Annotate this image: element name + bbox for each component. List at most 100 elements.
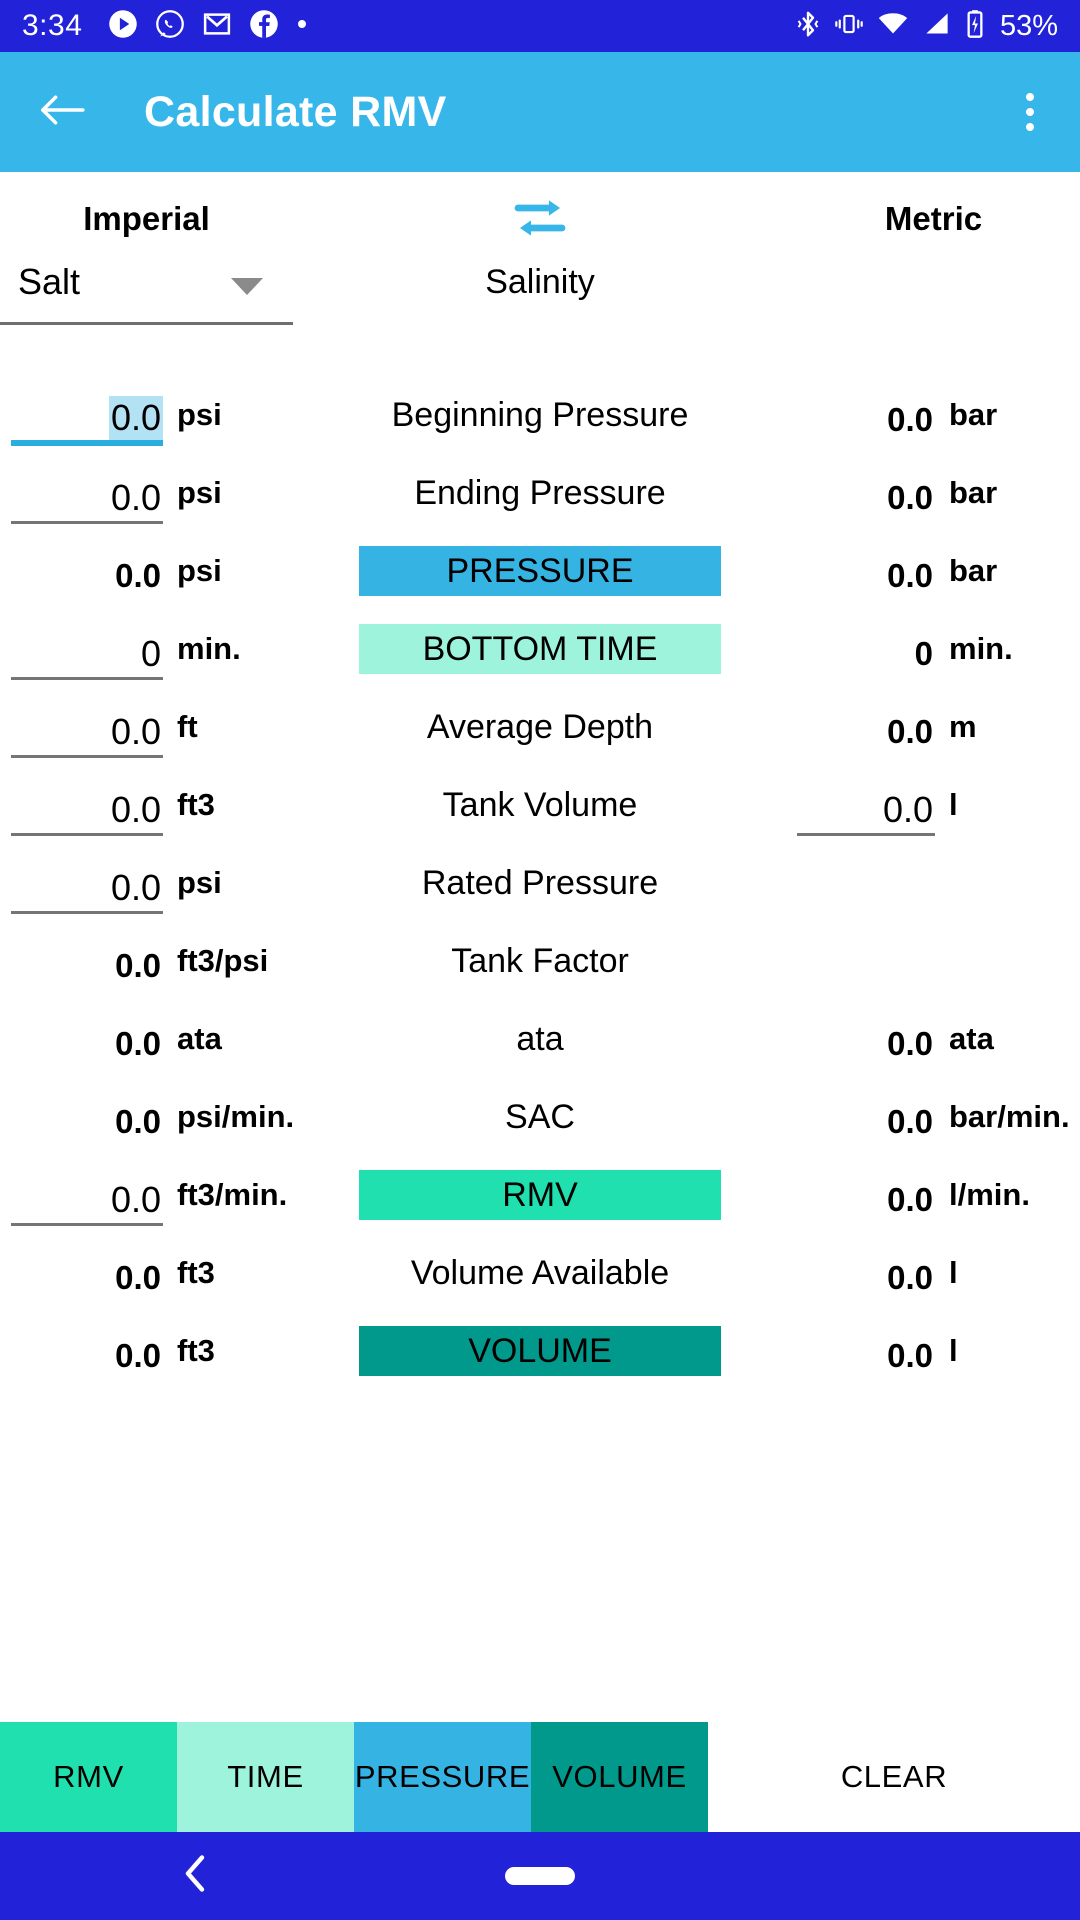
row-label-volume-available: Volume Available xyxy=(410,1253,670,1292)
unit-system-header: Imperial Metric xyxy=(0,172,1080,256)
imperial-unit-label: psi xyxy=(177,475,222,510)
swap-units-button[interactable] xyxy=(293,196,787,242)
button-pressure[interactable]: PRESSURE xyxy=(354,1722,531,1832)
metric-cell-sac: 0.0 bar/min. xyxy=(787,1086,1080,1148)
calculate-band-rmv[interactable]: RMV xyxy=(359,1170,721,1220)
metric-value-text: 0.0 xyxy=(887,1259,933,1296)
button-time[interactable]: TIME xyxy=(177,1722,354,1832)
calculate-band-bottom-time[interactable]: BOTTOM TIME xyxy=(359,624,721,674)
metric-value-ata: 0.0 xyxy=(787,1008,935,1070)
more-vertical-icon-dot xyxy=(1026,108,1034,116)
button-volume[interactable]: VOLUME xyxy=(531,1722,708,1832)
button-rmv[interactable]: RMV xyxy=(0,1722,177,1832)
metric-value-rated-pressure xyxy=(787,852,935,914)
imperial-unit-label: psi xyxy=(177,553,222,588)
label-cell-average-depth: Average Depth xyxy=(293,708,787,747)
imperial-cell-beginning-pressure: 0.0 psi xyxy=(0,384,293,446)
back-button[interactable] xyxy=(30,84,94,141)
imperial-input-rated-pressure[interactable]: 0.0 xyxy=(3,852,163,914)
row-label-tank-factor: Tank Factor xyxy=(451,941,629,980)
row-label-ending-pressure: Ending Pressure xyxy=(414,473,666,512)
metric-cell-volume: 0.0 l xyxy=(787,1320,1080,1382)
imperial-field-underline xyxy=(11,440,163,446)
metric-cell-rated-pressure xyxy=(787,852,1080,914)
imperial-field-underline xyxy=(11,677,163,680)
label-cell-tank-volume: Tank Volume xyxy=(293,786,787,825)
metric-cell-tank-volume: 0.0 l xyxy=(787,774,1080,836)
imperial-value-sac: 0.0 xyxy=(3,1086,163,1148)
nav-back-button[interactable] xyxy=(182,1854,208,1899)
metric-unit-label: min. xyxy=(949,631,1013,666)
imperial-value-text: 0.0 xyxy=(115,1337,161,1374)
button-clear[interactable]: CLEAR xyxy=(708,1722,1080,1832)
imperial-unit-label: min. xyxy=(177,631,241,666)
imperial-cell-bottom-time: 0 min. xyxy=(0,618,293,680)
calculator-row: 0.0 ft Average Depth 0.0 m xyxy=(0,688,1080,766)
imperial-input-ending-pressure[interactable]: 0.0 xyxy=(3,462,163,524)
salinity-dropdown[interactable]: Salt xyxy=(0,256,293,325)
metric-unit-label: bar xyxy=(949,553,998,588)
calculate-band-volume[interactable]: VOLUME xyxy=(359,1326,721,1376)
metric-input-tank-volume[interactable]: 0.0 xyxy=(787,774,935,836)
imperial-value-text: 0 xyxy=(140,633,161,674)
imperial-input-average-depth[interactable]: 0.0 xyxy=(3,696,163,758)
label-cell-bottom-time: BOTTOM TIME xyxy=(293,624,787,674)
arrow-left-icon xyxy=(41,94,85,125)
home-pill-icon[interactable] xyxy=(505,1867,575,1885)
imperial-value-text: 0.0 xyxy=(110,711,161,752)
calculator-row: 0.0 psi Ending Pressure 0.0 bar xyxy=(0,454,1080,532)
row-label-sac: SAC xyxy=(505,1097,575,1136)
system-navigation-bar xyxy=(0,1832,1080,1920)
imperial-unit-label: ft3/psi xyxy=(177,943,269,978)
imperial-field-underline xyxy=(11,833,163,836)
imperial-input-bottom-time[interactable]: 0 xyxy=(3,618,163,680)
imperial-input-rmv[interactable]: 0.0 xyxy=(3,1164,163,1226)
app-bar: Calculate RMV xyxy=(0,52,1080,172)
imperial-unit-label: ft3/min. xyxy=(177,1177,288,1212)
imperial-value-text: 0.0 xyxy=(110,477,161,518)
imperial-value-text: 0.0 xyxy=(115,1259,161,1296)
imperial-field-underline xyxy=(11,911,163,914)
metric-cell-volume-available: 0.0 l xyxy=(787,1242,1080,1304)
metric-value-text: 0.0 xyxy=(887,1337,933,1374)
metric-cell-bottom-time: 0 min. xyxy=(787,618,1080,680)
imperial-unit-label: ata xyxy=(177,1021,222,1056)
metric-value-text: 0.0 xyxy=(887,479,933,516)
label-cell-rated-pressure: Rated Pressure xyxy=(293,864,787,903)
imperial-value-pressure: 0.0 xyxy=(3,540,163,602)
metric-value-text: 0.0 xyxy=(887,557,933,594)
gmail-icon xyxy=(202,9,232,44)
label-cell-ata: ata xyxy=(293,1020,787,1059)
calculate-band-pressure[interactable]: PRESSURE xyxy=(359,546,721,596)
more-vertical-icon-dot xyxy=(1026,123,1034,131)
imperial-cell-sac: 0.0 psi/min. xyxy=(0,1086,294,1148)
label-cell-pressure: PRESSURE xyxy=(293,546,787,596)
action-button-bar: RMV TIME PRESSURE VOLUME CLEAR xyxy=(0,1722,1080,1832)
calculator-row: 0.0 ft3 Volume Available 0.0 l xyxy=(0,1234,1080,1312)
overflow-menu-button[interactable] xyxy=(1010,83,1050,141)
metric-field-underline xyxy=(797,833,935,836)
imperial-value-volume-available: 0.0 xyxy=(3,1242,163,1304)
imperial-field-underline xyxy=(11,521,163,524)
calculator-row: 0.0 psi Rated Pressure xyxy=(0,844,1080,922)
imperial-cell-pressure: 0.0 psi xyxy=(0,540,293,602)
imperial-cell-ata: 0.0 ata xyxy=(0,1008,293,1070)
metric-unit-label: l/min. xyxy=(949,1177,1030,1212)
metric-value-beginning-pressure: 0.0 xyxy=(787,384,935,446)
imperial-cell-tank-volume: 0.0 ft3 xyxy=(0,774,293,836)
dot-icon xyxy=(296,17,308,35)
imperial-input-beginning-pressure[interactable]: 0.0 xyxy=(3,384,163,446)
vibrate-icon xyxy=(834,9,864,44)
status-bar: 3:34 53% xyxy=(0,0,1080,52)
whatsapp-icon xyxy=(155,9,185,44)
row-label-tank-volume: Tank Volume xyxy=(442,785,638,824)
imperial-column-header: Imperial xyxy=(83,200,210,237)
calculator-rows: 0.0 psi Beginning Pressure 0.0 bar 0.0 psi Endi… xyxy=(0,376,1080,1390)
imperial-input-tank-volume[interactable]: 0.0 xyxy=(3,774,163,836)
calculator-row: 0.0 psi Beginning Pressure 0.0 bar xyxy=(0,376,1080,454)
imperial-cell-tank-factor: 0.0 ft3/psi xyxy=(0,930,293,992)
imperial-cell-rated-pressure: 0.0 psi xyxy=(0,852,293,914)
metric-unit-label: m xyxy=(949,709,977,744)
metric-value-tank-factor xyxy=(787,930,935,992)
label-cell-beginning-pressure: Beginning Pressure xyxy=(293,396,787,435)
